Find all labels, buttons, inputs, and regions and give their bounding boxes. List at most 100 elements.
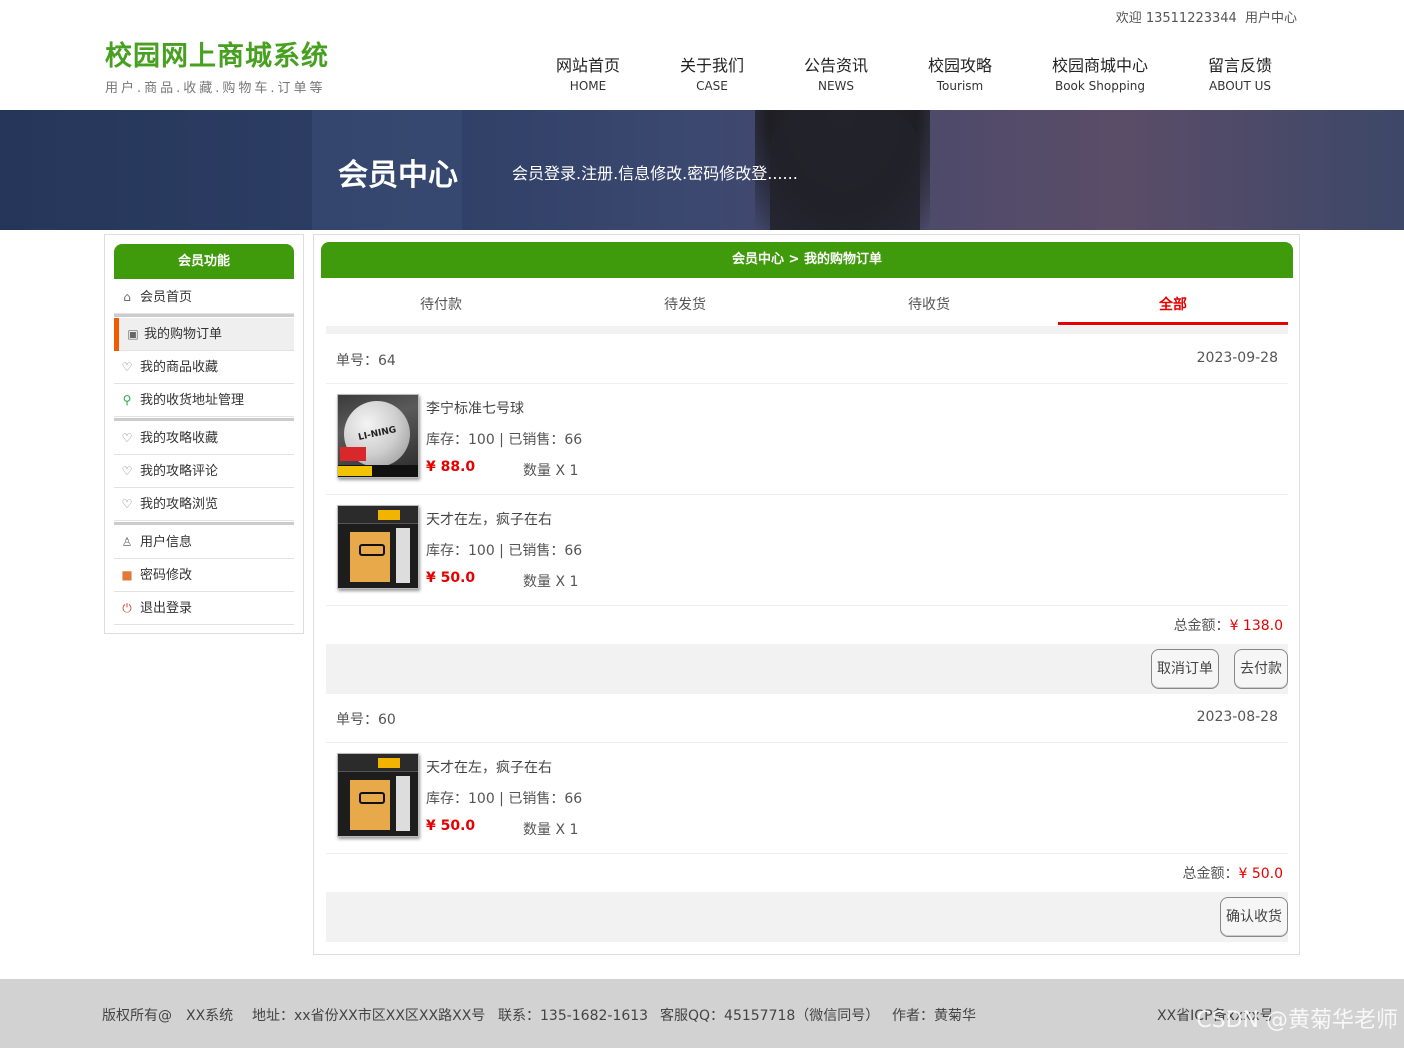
footer-system: XX系统 <box>186 1008 234 1024</box>
product-thumbnail[interactable] <box>337 505 419 589</box>
pay-button[interactable]: 去付款 <box>1234 649 1288 689</box>
nav-tourism[interactable]: 校园攻略 Tourism <box>928 52 992 93</box>
book-cover-band <box>338 506 418 524</box>
nav-feedback[interactable]: 留言反馈 ABOUT US <box>1204 52 1276 93</box>
nav-sublabel: Tourism <box>936 79 984 93</box>
nav-shop[interactable]: 校园商城中心 Book Shopping <box>1050 52 1150 93</box>
cancel-order-button[interactable]: 取消订单 <box>1151 649 1219 689</box>
welcome-bar: 欢迎 13511223344 用户中心 <box>1112 7 1297 26</box>
product-price: ¥ 50.0 <box>426 570 476 586</box>
tab-pending-payment[interactable]: 待付款 <box>326 285 556 325</box>
footer-phone: 联系：135-1682-1613 <box>498 1008 649 1024</box>
order-actions: 取消订单 去付款 <box>326 644 1288 694</box>
csdn-watermark: CSDN @黄菊华老师 <box>1196 1008 1398 1033</box>
thumbnail-badge <box>340 447 366 461</box>
sidebar-item-guide-history[interactable]: ♡ 我的攻略浏览 <box>114 488 294 521</box>
product-stock: 库存：100 | 已销售：66 <box>426 791 583 807</box>
top-header: 欢迎 13511223344 用户中心 校园网上商城系统 用户.商品.收藏.购物… <box>0 0 1404 110</box>
footer-copyright: 版权所有@ <box>102 1008 172 1024</box>
heart-icon: ♡ <box>121 497 133 511</box>
sidebar-item-label: 会员首页 <box>140 290 193 305</box>
sidebar-item-guide-comments[interactable]: ♡ 我的攻略评论 <box>114 455 294 488</box>
order-total-amount: ¥ 138.0 <box>1229 618 1283 634</box>
nav-sublabel: CASE <box>696 79 728 93</box>
nav-sublabel: Book Shopping <box>1054 79 1146 93</box>
home-icon: ⌂ <box>123 290 131 304</box>
banner-subtitle: 会员登录.注册.信息修改.密码修改登...... <box>512 164 798 183</box>
sidebar-item-label: 我的商品收藏 <box>140 360 219 375</box>
nav-sublabel: HOME <box>569 79 607 93</box>
product-quantity: 数量 X 1 <box>523 822 579 838</box>
tab-pending-receipt[interactable]: 待收货 <box>814 285 1044 325</box>
order-total-label: 总金额： <box>1173 618 1230 634</box>
order-total: 总金额：¥ 50.0 <box>326 854 1288 892</box>
sidebar-item-label: 密码修改 <box>140 568 193 583</box>
order-number: 单号：60 <box>336 712 396 728</box>
lock-icon: ■ <box>121 568 133 582</box>
sidebar-item-password[interactable]: ■ 密码修改 <box>114 559 294 592</box>
power-icon: ⏻ <box>122 601 132 615</box>
book-cover-face <box>350 780 390 830</box>
sidebar-item-product-favorites[interactable]: ♡ 我的商品收藏 <box>114 351 294 384</box>
sidebar-divider <box>114 418 294 421</box>
product-price: ¥ 50.0 <box>426 818 476 834</box>
nav-sublabel: ABOUT US <box>1208 79 1271 93</box>
tab-divider <box>326 326 1288 334</box>
order-date: 2023-08-28 <box>1196 709 1278 725</box>
sidebar-item-guide-favorites[interactable]: ♡ 我的攻略收藏 <box>114 422 294 455</box>
sidebar-item-orders[interactable]: ▣ 我的购物订单 <box>114 318 294 351</box>
footer-address: 地址：xx省份XX市区XX区XX路XX号 <box>252 1008 486 1024</box>
product-thumbnail[interactable] <box>337 394 419 478</box>
sidebar-item-logout[interactable]: ⏻ 退出登录 <box>114 592 294 625</box>
order-header: 单号：60 2023-08-28 <box>326 693 1288 743</box>
nav-label: 关于我们 <box>680 56 745 75</box>
tab-all[interactable]: 全部 <box>1058 285 1288 325</box>
nav-news[interactable]: 公告资讯 NEWS <box>804 52 868 93</box>
order-item: 天才在左，疯子在右 库存：100 | 已销售：66 ¥ 50.0 数量 X 1 <box>326 743 1288 854</box>
footer: 版权所有@ XX系统 地址：xx省份XX市区XX区XX路XX号 联系：135-1… <box>0 979 1404 1048</box>
confirm-receipt-button[interactable]: 确认收货 <box>1220 897 1288 937</box>
user-icon: ♙ <box>121 535 133 549</box>
nav-home[interactable]: 网站首页 HOME <box>556 52 620 93</box>
breadcrumb: 会员中心 > 我的购物订单 <box>321 242 1293 278</box>
nav-label: 留言反馈 <box>1207 56 1272 75</box>
tab-pending-shipment[interactable]: 待发货 <box>570 285 800 325</box>
sidebar-item-label: 我的购物订单 <box>144 327 223 342</box>
order-total-label: 总金额： <box>1182 866 1239 882</box>
product-name[interactable]: 天才在左，疯子在右 <box>426 757 552 777</box>
sidebar-item-user-info[interactable]: ♙ 用户信息 <box>114 526 294 559</box>
book-cover-face <box>350 532 390 582</box>
nav-label: 公告资讯 <box>804 56 869 75</box>
sidebar-item-label: 我的攻略评论 <box>140 464 219 479</box>
user-center-link[interactable]: 用户中心 <box>1245 11 1297 26</box>
sidebar-item-label: 用户信息 <box>140 535 193 550</box>
order-item: 李宁标准七号球 库存：100 | 已销售：66 ¥ 88.0 数量 X 1 <box>326 384 1288 495</box>
book-cover-side <box>396 528 410 583</box>
order-header: 单号：64 2023-09-28 <box>326 334 1288 384</box>
product-stock: 库存：100 | 已销售：66 <box>426 543 583 559</box>
book-cover-band <box>338 754 418 772</box>
orders-panel: 会员中心 > 我的购物订单 待付款 待发货 待收货 全部 单号：64 2023-… <box>313 234 1300 955</box>
sidebar-item-address[interactable]: ⚲ 我的收货地址管理 <box>114 384 294 417</box>
heart-icon: ♡ <box>121 464 133 478</box>
heart-icon: ♡ <box>121 360 133 374</box>
product-name[interactable]: 李宁标准七号球 <box>426 398 524 418</box>
banner: 会员中心 会员登录.注册.信息修改.密码修改登...... <box>0 110 1404 230</box>
main-nav: 网站首页 HOME 关于我们 CASE 公告资讯 NEWS 校园攻略 Touri… <box>0 52 1404 93</box>
order-total: 总金额：¥ 138.0 <box>326 606 1288 644</box>
sidebar-item-home[interactable]: ⌂ 会员首页 <box>114 281 294 314</box>
product-name[interactable]: 天才在左，疯子在右 <box>426 509 552 529</box>
order-item: 天才在左，疯子在右 库存：100 | 已销售：66 ¥ 50.0 数量 X 1 <box>326 495 1288 606</box>
sidebar-divider <box>114 314 294 317</box>
nav-about[interactable]: 关于我们 CASE <box>680 52 744 93</box>
order-actions: 确认收货 <box>326 892 1288 942</box>
sidebar-divider <box>114 522 294 525</box>
member-sidebar: 会员功能 ⌂ 会员首页 ▣ 我的购物订单 ♡ 我的商品收藏 ⚲ 我的收货地址管理… <box>104 234 304 634</box>
heart-icon: ♡ <box>121 431 133 445</box>
banner-title: 会员中心 <box>338 158 458 193</box>
nav-label: 校园商城中心 <box>1051 56 1148 75</box>
sidebar-item-label: 我的攻略收藏 <box>140 431 219 446</box>
product-thumbnail[interactable] <box>337 753 419 837</box>
thumbnail-band <box>338 465 418 477</box>
order-card: 单号：64 2023-09-28 李宁标准七号球 库存：100 | 已销售：66… <box>326 334 1288 694</box>
